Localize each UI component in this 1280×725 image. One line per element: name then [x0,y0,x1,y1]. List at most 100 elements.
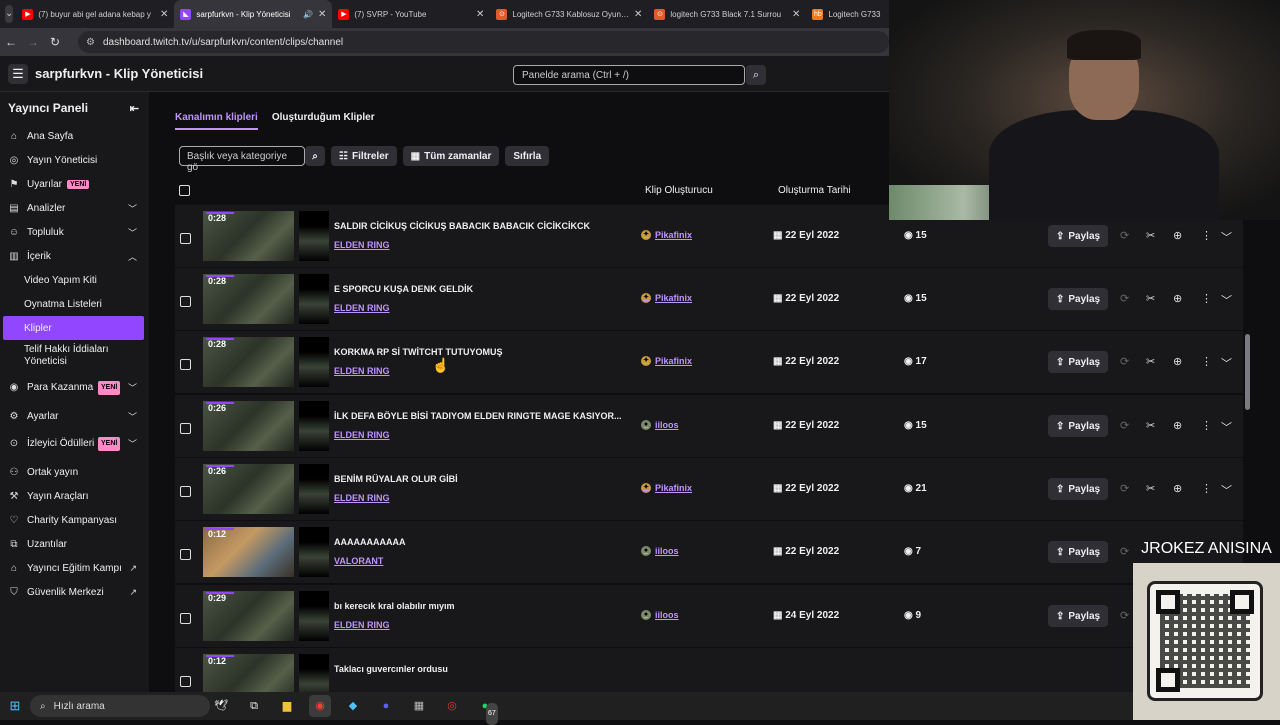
collapse-sidebar-icon[interactable]: ⇤ [130,102,139,115]
dashboard-search-input[interactable]: Panelde arama (Ctrl + /) [513,65,745,85]
cut-icon[interactable]: ✂ [1146,482,1155,495]
search-icon[interactable]: ⌕ [746,65,766,85]
row-checkbox[interactable] [180,486,191,497]
back-icon[interactable]: ← [0,35,22,49]
clip-creator[interactable]: ✦ Pikafinix [641,356,692,366]
share-button[interactable]: ⇪ Paylaş [1048,225,1109,247]
discord-icon[interactable]: ● [375,695,397,717]
sidebar-item[interactable]: ⌂ Yayıncı Eğitim Kampı ↗ [0,556,149,580]
chevron-down-icon[interactable]: ﹀ [1221,355,1232,371]
table-row[interactable]: 0:26 BENİM RÜYALAR OLUR GİBİ ELDEN RING ✦ Pi… [175,458,1243,521]
share-button[interactable]: ⇪ Paylaş [1048,351,1109,373]
share-button[interactable]: ⇪ Paylaş [1048,478,1109,500]
taskbar-search[interactable]: ⌕ Hızlı arama [30,695,210,717]
forward-icon[interactable]: → [22,35,44,49]
sidebar-item[interactable]: ⧉ Uzantılar [0,532,149,556]
chevron-down-icon[interactable]: ﹀ [128,438,137,450]
row-checkbox[interactable] [180,296,191,307]
clip-title[interactable]: AAAAAAAAAAA [334,537,406,547]
row-checkbox[interactable] [180,359,191,370]
sidebar-item[interactable]: ⌂ Ana Sayfa [0,124,149,148]
chevron-down-icon[interactable]: ﹀ [1221,419,1232,435]
clip-title[interactable]: KORKMA RP Sİ TWİTCHT TUTUYOMUŞ [334,347,503,357]
clip-title[interactable]: BENİM RÜYALAR OLUR GİBİ [334,474,458,484]
clip-game-link[interactable]: ELDEN RING [334,366,390,376]
more-icon[interactable]: ⋮ [1201,419,1212,432]
task-view-icon[interactable]: ⧉ [243,695,265,717]
row-checkbox[interactable] [180,233,191,244]
speaker-icon[interactable]: 🔊 [303,10,313,19]
clip-game-link[interactable]: ELDEN RING [334,430,390,440]
chevron-down-icon[interactable]: ﹀ [128,382,137,394]
time-range-button[interactable]: ▦ Tüm zamanlar [402,146,500,166]
row-checkbox[interactable] [180,676,191,687]
add-icon[interactable]: ⊕ [1173,229,1182,242]
more-icon[interactable]: ⋮ [1201,355,1212,368]
sidebar-item[interactable]: ⛉ Güvenlik Merkezi ↗ [0,580,149,604]
cut-icon[interactable]: ✂ [1146,355,1155,368]
sidebar-item[interactable]: ▤ Analizler ﹀ [0,196,149,220]
sidebar-item[interactable]: Video Yapım Kiti [0,268,149,292]
clip-game-link[interactable]: ELDEN RING [334,240,390,250]
column-header-creator[interactable]: Klip Oluşturucu [645,185,713,196]
browser-tab[interactable]: ▶ (7) SVRP - YouTube ✕ [332,0,490,28]
clip-title[interactable]: SALDIR CİCİKUŞ CİCİKUŞ BABACIK BABACIK C… [334,221,590,231]
sidebar-item[interactable]: ▥ İçerik ︿ [0,244,149,268]
more-icon[interactable]: ⋮ [1201,482,1212,495]
clip-game-link[interactable]: VALORANT [334,556,383,566]
cut-icon[interactable]: ✂ [1146,229,1155,242]
loop-icon[interactable]: ⟳ [1120,419,1129,432]
whatsapp-icon[interactable]: ● 67 [474,695,498,725]
row-checkbox[interactable] [180,613,191,624]
share-button[interactable]: ⇪ Paylaş [1048,541,1109,563]
clip-creator[interactable]: ● iiloos [641,610,679,620]
clip-creator[interactable]: ✦ Pikafinix [641,483,692,493]
chevron-down-icon[interactable]: ﹀ [128,410,137,423]
clip-game-link[interactable]: ELDEN RING [334,303,390,313]
more-icon[interactable]: ⋮ [1201,292,1212,305]
clip-title[interactable]: bı kerecık kral olabılır mıyım [334,601,455,611]
clip-creator[interactable]: ✦ Pikafinix [641,293,692,303]
browser-tab[interactable]: ⊙ Logitech G733 Kablosuz Oyuncu ✕ [490,0,648,28]
reset-button[interactable]: Sıfırla [505,146,550,166]
game-icon[interactable]: ◎ [441,695,463,717]
sidebar-item[interactable]: ◉ Para Kazanma YENİ ﹀ [0,372,149,404]
file-explorer-icon[interactable]: ▆ [276,695,298,717]
loop-icon[interactable]: ⟳ [1120,292,1129,305]
row-checkbox[interactable] [180,549,191,560]
browser-tab[interactable]: hb Logitech G733 [806,0,889,28]
sidebar-item[interactable]: ⚒ Yayın Araçları [0,484,149,508]
chevron-down-icon[interactable]: ﹀ [1221,292,1232,308]
sidebar-item[interactable]: ☺ Topluluk ﹀ [0,220,149,244]
browser-tab[interactable]: ⊙ logitech G733 Black 7.1 Surrou ✕ [648,0,806,28]
calculator-icon[interactable]: ▦ [408,695,430,717]
row-checkbox[interactable] [180,423,191,434]
close-tab-icon[interactable]: ✕ [160,9,168,20]
loop-icon[interactable]: ⟳ [1120,482,1129,495]
close-tab-icon[interactable]: ✕ [634,9,642,20]
table-row[interactable]: 0:12 AAAAAAAAAAA VALORANT ● iiloos ▦ 22 Eyl 2… [175,521,1243,584]
chevron-down-icon[interactable]: ﹀ [128,202,137,215]
loop-icon[interactable]: ⟳ [1120,545,1129,558]
sidebar-item[interactable]: ⚇ Ortak yayın [0,460,149,484]
chevron-up-icon[interactable]: ︿ [128,250,137,263]
more-icon[interactable]: ⋮ [1201,229,1212,242]
table-row[interactable]: 0:28 KORKMA RP Sİ TWİTCHT TUTUYOMUŞ ELDEN … [175,331,1243,394]
add-icon[interactable]: ⊕ [1173,419,1182,432]
chevron-down-icon[interactable]: ﹀ [1221,229,1232,245]
loop-icon[interactable]: ⟳ [1120,355,1129,368]
clip-title[interactable]: E SPORCU KUŞA DENK GELDİK [334,284,473,294]
sidebar-item[interactable]: ⊙ İzleyici Ödülleri YENİ ﹀ [0,428,149,460]
clip-search-input[interactable]: Başlık veya kategoriye gö [179,146,305,173]
loop-icon[interactable]: ⟳ [1120,609,1129,622]
clip-creator[interactable]: ● iiloos [641,420,679,430]
clip-title[interactable]: İLK DEFA BÖYLE BİSİ TADIYOM ELDEN RINGTE… [334,411,622,421]
sidebar-item[interactable]: Klipler [3,316,144,340]
browser-tab[interactable]: ▶ (7) buyur abi gel adana kebap y ✕ [16,0,174,28]
add-icon[interactable]: ⊕ [1173,355,1182,368]
url-field[interactable]: ⚙ dashboard.twitch.tv/u/sarpfurkvn/conte… [78,31,889,53]
tab-channel-clips[interactable]: Kanalımın klipleri [175,112,258,130]
select-all-checkbox[interactable] [179,185,190,196]
filters-button[interactable]: ☷ Filtreler [331,146,397,166]
sidebar-item[interactable]: ♡ Charity Kampanyası [0,508,149,532]
